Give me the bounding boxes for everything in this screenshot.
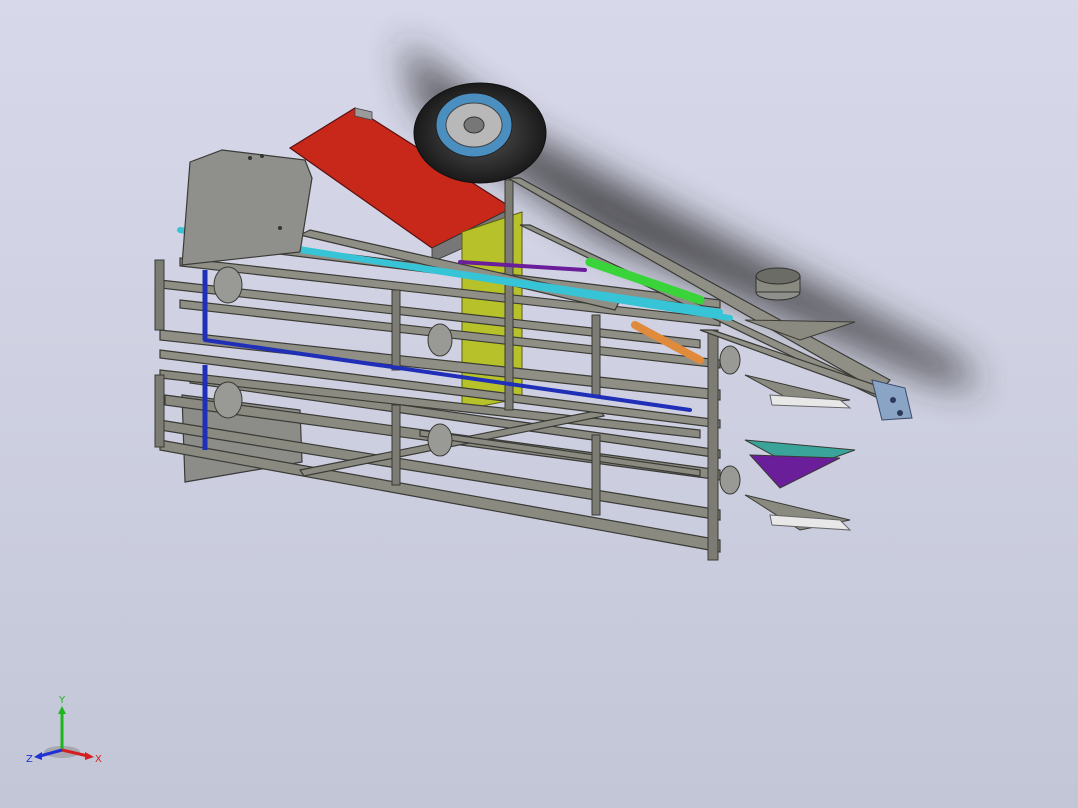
graphics-viewport[interactable]: Y X Z <box>0 0 1078 808</box>
hitch-pin-hole <box>897 410 903 416</box>
top-cover-panel[interactable] <box>181 149 313 266</box>
hitch-pin-hole <box>890 397 896 403</box>
transport-wheel[interactable] <box>413 82 547 184</box>
y-axis-arrow <box>58 706 66 714</box>
orientation-triad: Y X Z <box>26 695 102 765</box>
x-axis-arrow <box>85 752 94 760</box>
seed-cup[interactable] <box>755 267 801 301</box>
y-axis-label: Y <box>58 695 66 706</box>
z-axis-label: Z <box>26 754 33 765</box>
z-axis-arrow <box>34 752 42 760</box>
lower-frame[interactable] <box>159 369 721 553</box>
x-axis-label: X <box>95 754 102 765</box>
cad-model-3d-view[interactable] <box>0 0 1078 808</box>
